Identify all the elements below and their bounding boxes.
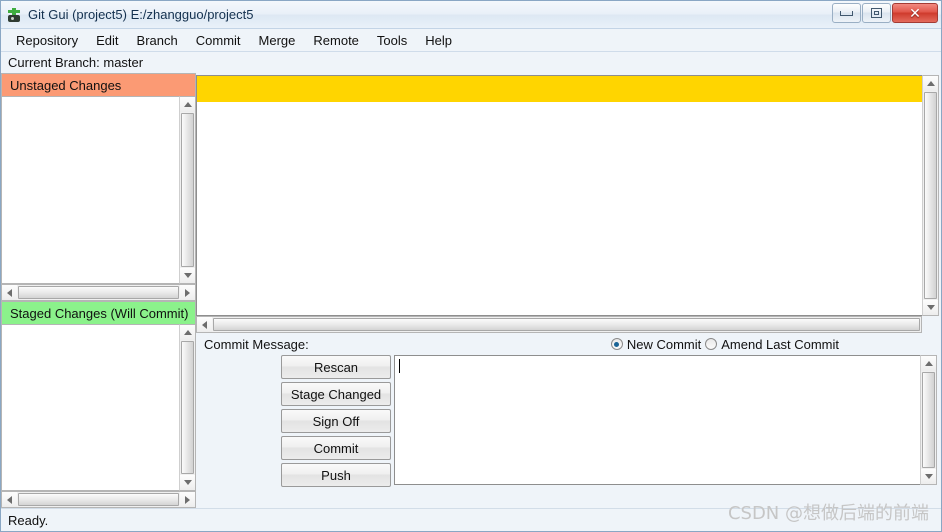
radio-selected-icon	[610, 338, 623, 350]
right-column: Commit Message: New Commit Amend Last Co…	[196, 73, 941, 508]
commit-button-column: Rescan Stage Changed Sign Off Commit Pus…	[196, 355, 391, 490]
commit-message-label: Commit Message:	[204, 336, 309, 352]
maximize-button[interactable]	[862, 3, 891, 23]
git-logo-icon	[6, 7, 22, 23]
menu-item-repository[interactable]: Repository	[7, 31, 87, 50]
staged-changes-header: Staged Changes (Will Commit)	[1, 301, 196, 324]
window-controls: ✕	[831, 3, 938, 23]
commit-button[interactable]: Commit	[281, 436, 391, 460]
scrollbar-thumb[interactable]	[213, 318, 920, 331]
scroll-left-icon[interactable]	[2, 285, 17, 300]
unstaged-file-list[interactable]	[1, 96, 179, 284]
diff-horizontal-scrollbar[interactable]	[196, 316, 922, 333]
minimize-icon	[840, 10, 853, 16]
main-body: Unstaged Changes Staged Changes (Will Co…	[1, 73, 941, 508]
staged-horizontal-scrollbar[interactable]	[1, 491, 196, 508]
scroll-right-icon[interactable]	[180, 285, 195, 300]
commit-message-input[interactable]	[394, 355, 920, 485]
menu-bar: Repository Edit Branch Commit Merge Remo…	[1, 29, 941, 52]
close-button[interactable]: ✕	[892, 3, 938, 23]
staged-file-list[interactable]	[1, 324, 179, 491]
scroll-down-icon[interactable]	[923, 300, 938, 315]
diff-content[interactable]	[197, 102, 922, 315]
menu-item-help[interactable]: Help	[416, 31, 461, 50]
status-text: Ready.	[8, 512, 49, 528]
close-icon: ✕	[909, 5, 921, 21]
menu-item-edit[interactable]: Edit	[87, 31, 127, 50]
scroll-up-icon[interactable]	[921, 356, 936, 371]
scrollbar-thumb[interactable]	[181, 113, 194, 267]
radio-new-commit-label: New Commit	[626, 336, 702, 352]
scroll-down-icon[interactable]	[180, 475, 195, 490]
menu-item-branch[interactable]: Branch	[128, 31, 187, 50]
commit-header-row: Commit Message: New Commit Amend Last Co…	[196, 333, 939, 355]
scrollbar-thumb[interactable]	[924, 92, 937, 299]
unstaged-vertical-scrollbar[interactable]	[179, 96, 196, 284]
diff-text-area[interactable]	[196, 75, 922, 316]
commit-section: Commit Message: New Commit Amend Last Co…	[196, 333, 939, 490]
staged-changes-pane: Staged Changes (Will Commit)	[1, 301, 196, 508]
unstaged-horizontal-scrollbar[interactable]	[1, 284, 196, 301]
scroll-right-icon[interactable]	[180, 492, 195, 507]
commit-message-scrollbar[interactable]	[920, 355, 937, 485]
stage-changed-button[interactable]: Stage Changed	[281, 382, 391, 406]
minimize-button[interactable]	[832, 3, 861, 23]
radio-amend-last-commit-label: Amend Last Commit	[721, 336, 839, 352]
current-branch-bar: Current Branch: master	[1, 52, 941, 73]
scroll-down-icon[interactable]	[180, 268, 195, 283]
scrollbar-thumb[interactable]	[18, 286, 179, 299]
diff-banner	[197, 76, 922, 102]
commit-mode-group: New Commit Amend Last Commit	[607, 337, 939, 352]
scroll-up-icon[interactable]	[180, 325, 195, 340]
staged-vertical-scrollbar[interactable]	[179, 324, 196, 491]
text-caret	[399, 359, 400, 373]
radio-amend-last-commit[interactable]: Amend Last Commit	[705, 337, 839, 352]
menu-item-commit[interactable]: Commit	[187, 31, 250, 50]
rescan-button[interactable]: Rescan	[281, 355, 391, 379]
scroll-up-icon[interactable]	[923, 76, 938, 91]
menu-item-merge[interactable]: Merge	[250, 31, 305, 50]
menu-item-remote[interactable]: Remote	[304, 31, 368, 50]
status-bar: Ready.	[1, 508, 941, 531]
sign-off-button[interactable]: Sign Off	[281, 409, 391, 433]
diff-viewer-pane	[196, 75, 939, 333]
scrollbar-thumb[interactable]	[922, 372, 935, 468]
git-gui-window: Git Gui (project5) E:/zhangguo/project5 …	[0, 0, 942, 532]
title-bar: Git Gui (project5) E:/zhangguo/project5 …	[1, 1, 941, 29]
scroll-up-icon[interactable]	[180, 97, 195, 112]
commit-message-wrap	[391, 355, 937, 485]
current-branch-label: Current Branch: master	[8, 55, 144, 70]
scrollbar-thumb[interactable]	[181, 341, 194, 474]
scrollbar-corner	[922, 316, 939, 333]
scroll-left-icon[interactable]	[2, 492, 17, 507]
radio-unselected-icon	[705, 338, 718, 350]
commit-controls-row: Rescan Stage Changed Sign Off Commit Pus…	[196, 355, 939, 490]
menu-item-tools[interactable]: Tools	[368, 31, 416, 50]
scrollbar-thumb[interactable]	[18, 493, 179, 506]
push-button[interactable]: Push	[281, 463, 391, 487]
unstaged-changes-header: Unstaged Changes	[1, 73, 196, 96]
scroll-down-icon[interactable]	[921, 469, 936, 484]
radio-new-commit[interactable]: New Commit	[610, 336, 702, 352]
left-column: Unstaged Changes Staged Changes (Will Co…	[1, 73, 196, 508]
restore-icon	[871, 8, 882, 18]
window-title: Git Gui (project5) E:/zhangguo/project5	[28, 7, 254, 22]
unstaged-changes-pane: Unstaged Changes	[1, 73, 196, 301]
diff-vertical-scrollbar[interactable]	[922, 75, 939, 316]
scroll-left-icon[interactable]	[197, 317, 212, 332]
